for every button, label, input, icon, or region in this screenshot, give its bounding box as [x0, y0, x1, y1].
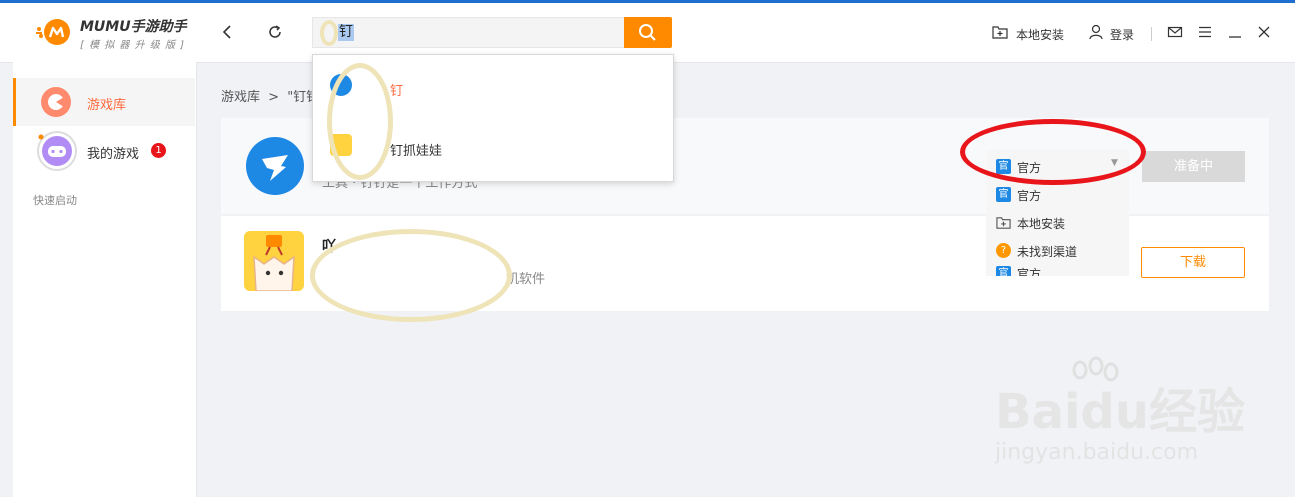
- local-install-icon: [996, 217, 1011, 229]
- search-input[interactable]: [312, 17, 624, 48]
- logo-subtitle: [ 模 拟 器 升 级 版 ]: [80, 40, 186, 51]
- close-icon[interactable]: [1256, 24, 1272, 40]
- question-icon: ?: [996, 243, 1011, 258]
- search-value[interactable]: 钉: [338, 24, 354, 41]
- mumu-logo-icon: [36, 19, 70, 45]
- breadcrumb: 游戏库 > "钉钉: [221, 86, 319, 105]
- login-button[interactable]: 登录: [1110, 26, 1134, 43]
- local-install-icon[interactable]: [992, 24, 1008, 40]
- chevron-left-icon[interactable]: [220, 24, 236, 40]
- refresh-icon[interactable]: [267, 24, 283, 40]
- channel-option: 官方: [1017, 267, 1042, 276]
- suggestion-item[interactable]: 钉抓娃娃: [390, 140, 442, 159]
- menu-icon[interactable]: [1197, 24, 1213, 40]
- channel-option[interactable]: 本地安装: [1017, 215, 1065, 232]
- channel-option[interactable]: 未找到渠道: [1017, 243, 1077, 260]
- download-button[interactable]: 下载: [1141, 247, 1245, 278]
- annotation-oval: [960, 119, 1146, 185]
- baidu-watermark-url: jingyan.baidu.com: [995, 440, 1199, 465]
- mail-icon[interactable]: [1167, 24, 1183, 40]
- my-games-icon[interactable]: [36, 130, 78, 172]
- paw-watermark-icon: [1072, 356, 1119, 382]
- breadcrumb-root[interactable]: 游戏库: [221, 90, 260, 105]
- preparing-button: 准备中: [1142, 151, 1245, 182]
- cat-game-app-icon: [244, 231, 304, 291]
- search-button[interactable]: [624, 17, 672, 48]
- official-icon: 官: [996, 187, 1011, 202]
- search-icon: [639, 24, 656, 41]
- sidebar-item-label: 游戏库: [87, 98, 127, 113]
- channel-option-partial[interactable]: 官 官方: [986, 263, 1129, 276]
- local-install-button[interactable]: 本地安装: [1016, 26, 1064, 43]
- scribble-mark: [310, 229, 512, 322]
- official-icon: 官: [996, 266, 1011, 276]
- logo-text: MUMU手游助手: [80, 19, 187, 35]
- window-border: [0, 0, 1295, 3]
- suggestion-item[interactable]: 钉: [390, 80, 403, 99]
- breadcrumb-separator: >: [268, 90, 280, 105]
- notification-badge: 1: [151, 143, 166, 158]
- quick-start-label: 快速启动: [33, 194, 77, 207]
- channel-option[interactable]: 官方: [1017, 187, 1041, 204]
- user-icon[interactable]: [1088, 24, 1104, 40]
- dingtalk-app-icon: [246, 137, 304, 195]
- game-library-icon: [41, 87, 71, 117]
- sidebar-item-my-games[interactable]: 我的游戏: [87, 143, 139, 162]
- sidebar: [13, 62, 197, 497]
- minimize-icon[interactable]: [1227, 24, 1243, 40]
- scribble-mark: [320, 20, 338, 46]
- scribble-mark: [327, 63, 393, 180]
- toolbar-divider: [1151, 27, 1152, 41]
